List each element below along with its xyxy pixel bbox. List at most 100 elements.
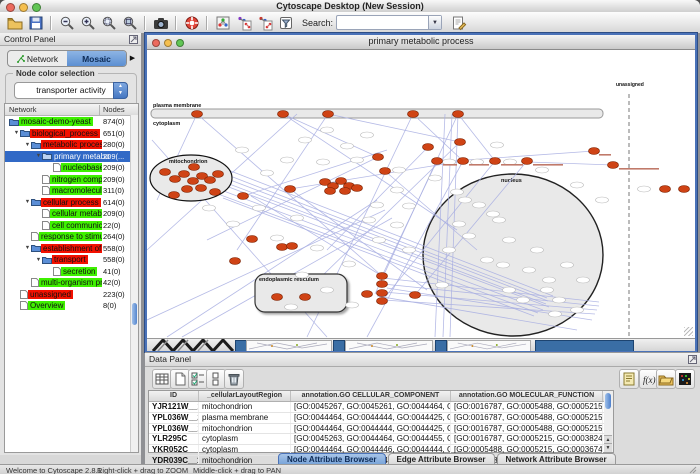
label-node[interactable] (291, 215, 304, 221)
gene-node[interactable] (340, 188, 351, 195)
gene-node[interactable] (490, 158, 501, 165)
label-node[interactable] (371, 202, 384, 208)
label-node[interactable] (296, 272, 309, 278)
label-node[interactable] (459, 197, 472, 203)
expand-arrow-icon[interactable]: ▼ (13, 130, 20, 136)
tree-row-secretion[interactable]: secretion41(0) (5, 266, 138, 278)
tree-column-nodes[interactable]: Nodes (99, 105, 125, 116)
tree-row-mosaic-demo-yeast[interactable]: mosaic-demo-yeast874(0) (5, 116, 138, 128)
float-panel-icon[interactable] (129, 35, 138, 44)
label-node[interactable] (531, 247, 544, 253)
tab-network[interactable]: Network (8, 51, 67, 66)
label-node[interactable] (203, 205, 216, 211)
label-node[interactable] (271, 235, 284, 241)
tree-row-nucleobase-[interactable]: nucleobase-209(0) (5, 162, 138, 174)
label-node[interactable] (571, 307, 584, 313)
tree-row-multi-organism-pro[interactable]: multi-organism pro42(0) (5, 277, 138, 289)
window-resize-grip[interactable] (684, 327, 693, 336)
background-window-thumbnail[interactable] (345, 340, 433, 351)
expand-arrow-icon[interactable]: ▼ (35, 257, 42, 263)
gene-node[interactable] (247, 236, 258, 243)
delete-attribute-icon[interactable] (224, 369, 244, 389)
label-node[interactable] (311, 245, 324, 251)
dropdown-stepper-icon[interactable]: ▲▼ (113, 82, 128, 99)
gene-node[interactable] (196, 185, 207, 192)
label-node[interactable] (553, 297, 566, 303)
gene-node[interactable] (522, 158, 533, 165)
zoom-in-icon[interactable] (79, 14, 96, 31)
label-node[interactable] (541, 287, 554, 293)
label-node[interactable] (321, 127, 334, 133)
label-node[interactable] (503, 237, 516, 243)
gene-node[interactable] (182, 186, 193, 193)
label-node[interactable] (536, 167, 549, 173)
gene-node[interactable] (458, 158, 469, 165)
attribute-table-icon[interactable] (152, 369, 172, 389)
gene-node[interactable] (192, 111, 203, 118)
label-node[interactable] (253, 205, 266, 211)
label-node[interactable] (373, 237, 386, 243)
tree-row-establishment-of-lo[interactable]: ▼establishment of lo558(0) (5, 243, 138, 255)
scroll-down-icon[interactable]: ▼ (604, 443, 612, 452)
gene-node[interactable] (169, 192, 180, 199)
tree-row-macromolecule[interactable]: macromolecule311(0) (5, 185, 138, 197)
gene-node[interactable] (608, 162, 619, 169)
filter-page-icon[interactable] (277, 14, 294, 31)
gene-node[interactable] (277, 244, 288, 251)
label-node[interactable] (571, 182, 584, 188)
network-window-titlebar[interactable]: primary metabolic process (147, 35, 695, 50)
tree-scrollbar[interactable] (130, 115, 138, 452)
label-node[interactable] (351, 157, 364, 163)
label-node[interactable] (343, 261, 356, 267)
label-node[interactable] (481, 257, 494, 263)
tree-row-biological-process[interactable]: ▼biological_process651(0) (5, 128, 138, 140)
label-node[interactable] (549, 311, 562, 317)
float-panel-icon[interactable] (688, 355, 697, 364)
label-node[interactable] (517, 297, 530, 303)
label-node[interactable] (491, 142, 504, 148)
expand-arrow-icon[interactable]: ▼ (24, 142, 31, 148)
gene-node[interactable] (213, 171, 224, 178)
background-window-thumbnail[interactable] (246, 340, 332, 351)
tree-row-metabolic-process[interactable]: ▼metabolic process280(0) (5, 139, 138, 151)
gene-node[interactable] (377, 273, 388, 280)
column-header[interactable]: annotation.GO CELLULAR_COMPONENT (291, 391, 451, 401)
label-node[interactable] (363, 217, 376, 223)
snapshot-camera-icon[interactable] (152, 14, 169, 31)
create-view-icon[interactable] (235, 14, 252, 31)
label-node[interactable] (261, 170, 274, 176)
network-canvas[interactable]: plasma membranecytoplasmnucleusmitochond… (147, 50, 695, 338)
tree-row-unassigned[interactable]: unassigned223(0) (5, 289, 138, 301)
gene-node[interactable] (679, 186, 690, 193)
background-window-icon[interactable] (333, 340, 345, 351)
gene-node[interactable] (325, 188, 336, 195)
open-folder-icon[interactable] (6, 14, 23, 31)
tree-row-cellular-process[interactable]: ▼cellular process614(0) (5, 197, 138, 209)
gene-node[interactable] (210, 189, 221, 196)
label-node[interactable] (596, 197, 609, 203)
expand-arrow-icon[interactable]: ▼ (24, 199, 31, 205)
gene-node[interactable] (380, 168, 391, 175)
label-node[interactable] (436, 282, 449, 288)
expand-arrow-icon[interactable]: ▼ (24, 245, 31, 251)
gene-node[interactable] (170, 176, 181, 183)
network-graph[interactable]: plasma membranecytoplasmnucleusmitochond… (147, 50, 695, 338)
expand-arrow-icon[interactable]: ▼ (35, 153, 42, 159)
label-node[interactable] (391, 187, 404, 193)
tree-row-transport[interactable]: ▼transport558(0) (5, 254, 138, 266)
notes-icon[interactable] (619, 369, 639, 389)
help-ring-icon[interactable] (183, 14, 200, 31)
tab-overflow-arrow[interactable]: ▶ (127, 50, 138, 65)
gene-node[interactable] (423, 144, 434, 151)
gene-node[interactable] (230, 258, 241, 265)
table-row[interactable]: YPL036W__1mitochondrion[GO:0044464, GO:0… (149, 424, 605, 435)
background-window-bar[interactable] (535, 340, 634, 351)
gene-node[interactable] (285, 186, 296, 193)
gene-node[interactable] (287, 243, 298, 250)
label-node[interactable] (281, 157, 294, 163)
gene-node[interactable] (188, 178, 199, 185)
select-attributes-icon[interactable] (188, 369, 208, 389)
label-node[interactable] (236, 147, 249, 153)
tree-column-network[interactable]: Network (9, 105, 37, 114)
zoom-out-icon[interactable] (58, 14, 75, 31)
